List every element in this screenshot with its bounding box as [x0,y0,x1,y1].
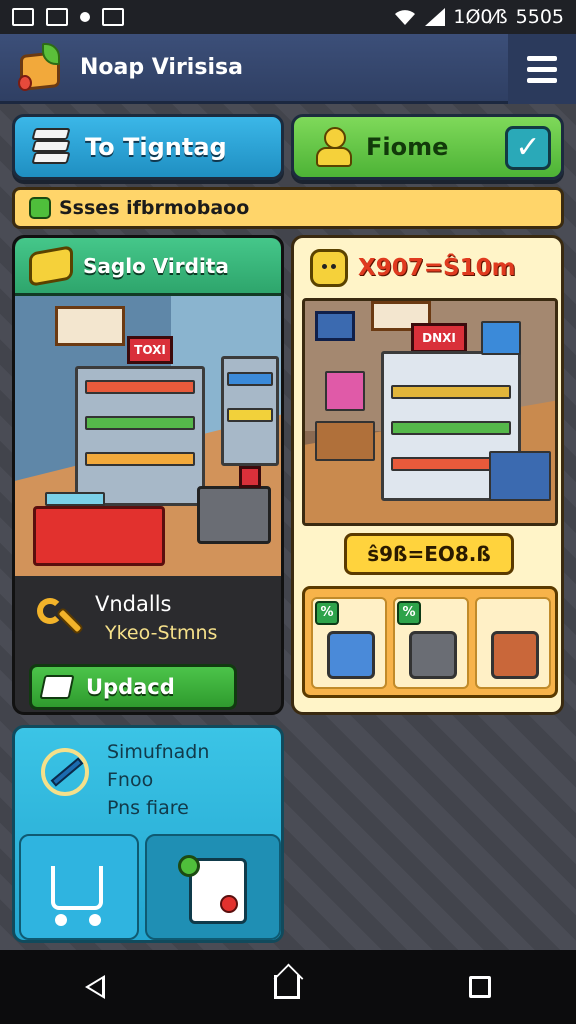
tigntag-label: To Tigntag [85,133,227,161]
update-icon [39,675,75,699]
tigntag-button[interactable]: To Tigntag [12,114,284,180]
checkmark-icon[interactable]: ✓ [505,126,551,170]
fiome-label: Fiome [366,133,449,161]
info-banner[interactable]: Ssses ifbrmobaoo [12,187,564,229]
status-extra: 1Ø0⁄ß [453,6,508,28]
store-card-right[interactable]: X907=Ŝ10m DNXI ŝ9ß=EO8.ß % % [291,235,564,715]
fiome-button[interactable]: Fiome ✓ [291,114,564,180]
image-notification-icon [12,8,34,26]
shop-shelf-illustration: DNXI [302,298,558,526]
price-tag[interactable]: ŝ9ß=EO8.ß [344,533,514,575]
item-slot-box[interactable]: % [311,597,387,689]
banner-text: Ssses ifbrmobaoo [59,197,250,219]
crate-icon [327,631,375,679]
character-icon [312,125,356,169]
system-nav-bar [0,950,576,1024]
bottom-card-text: Simufnadn Fnoo Pns fiare [107,738,209,822]
target-icon [35,742,97,804]
item-slot-register[interactable]: % [393,597,469,689]
shop-sign: TOXI [127,336,173,364]
recent-apps-icon[interactable] [469,976,492,998]
receipt-button[interactable] [145,834,281,940]
price-header-text: X907=Ŝ10m [358,255,516,281]
cart-icon [51,866,103,910]
store-info: Vndalls Ykeo-Stmns Updacd [15,576,281,712]
dot-notification-icon [80,12,90,22]
bottom-card[interactable]: Simufnadn Fnoo Pns fiare [12,725,284,943]
app-title: Noap Virisisa [80,55,243,80]
store-interior-illustration: TOXI [15,296,281,576]
stack-icon [29,124,75,170]
status-bar: 1Ø0⁄ß 5505 [0,0,576,34]
slot-badge: % [315,601,339,625]
home-icon[interactable] [273,975,300,999]
receipt-icon [178,855,247,924]
slot-badge: % [397,601,421,625]
shelf-icon [491,631,539,679]
app-header: Noap Virisisa [0,34,576,104]
wrench-icon [33,594,87,648]
item-slot-shelf[interactable] [475,597,551,689]
face-icon [310,249,348,287]
info-title: Vndalls [95,592,172,616]
bottom-line-1: Simufnadn [107,741,210,763]
status-time: 5505 [515,6,564,28]
bottom-line-3: Pns fiare [107,797,189,819]
menu-button[interactable] [508,34,576,104]
shop-logo-icon [14,41,68,95]
photo-notification-icon [102,8,124,26]
info-subtitle: Ykeo-Stmns [105,622,218,644]
store-card-title: Saglo Virdita [83,253,229,278]
info-icon [29,197,51,219]
back-icon[interactable] [84,975,105,999]
gear-icon [178,855,200,877]
signal-icon [425,8,446,26]
menu-icon [527,55,557,61]
update-label: Updacd [86,675,175,699]
store-card-header: Saglo Virdita [15,238,281,296]
bottom-line-2: Fnoo [107,769,154,791]
price-header: X907=Ŝ10m [294,238,561,298]
shop-sign-right: DNXI [411,323,467,353]
update-button[interactable]: Updacd [29,664,237,710]
cart-button[interactable] [19,834,139,940]
wifi-icon [393,8,417,26]
store-card-left[interactable]: Saglo Virdita TOXI Vndalls Ykeo-Stmns Up… [12,235,284,715]
item-tray: % % [302,586,558,698]
gallery-notification-icon [46,8,68,26]
cheese-icon [29,244,73,287]
cash-register-icon [409,631,457,679]
